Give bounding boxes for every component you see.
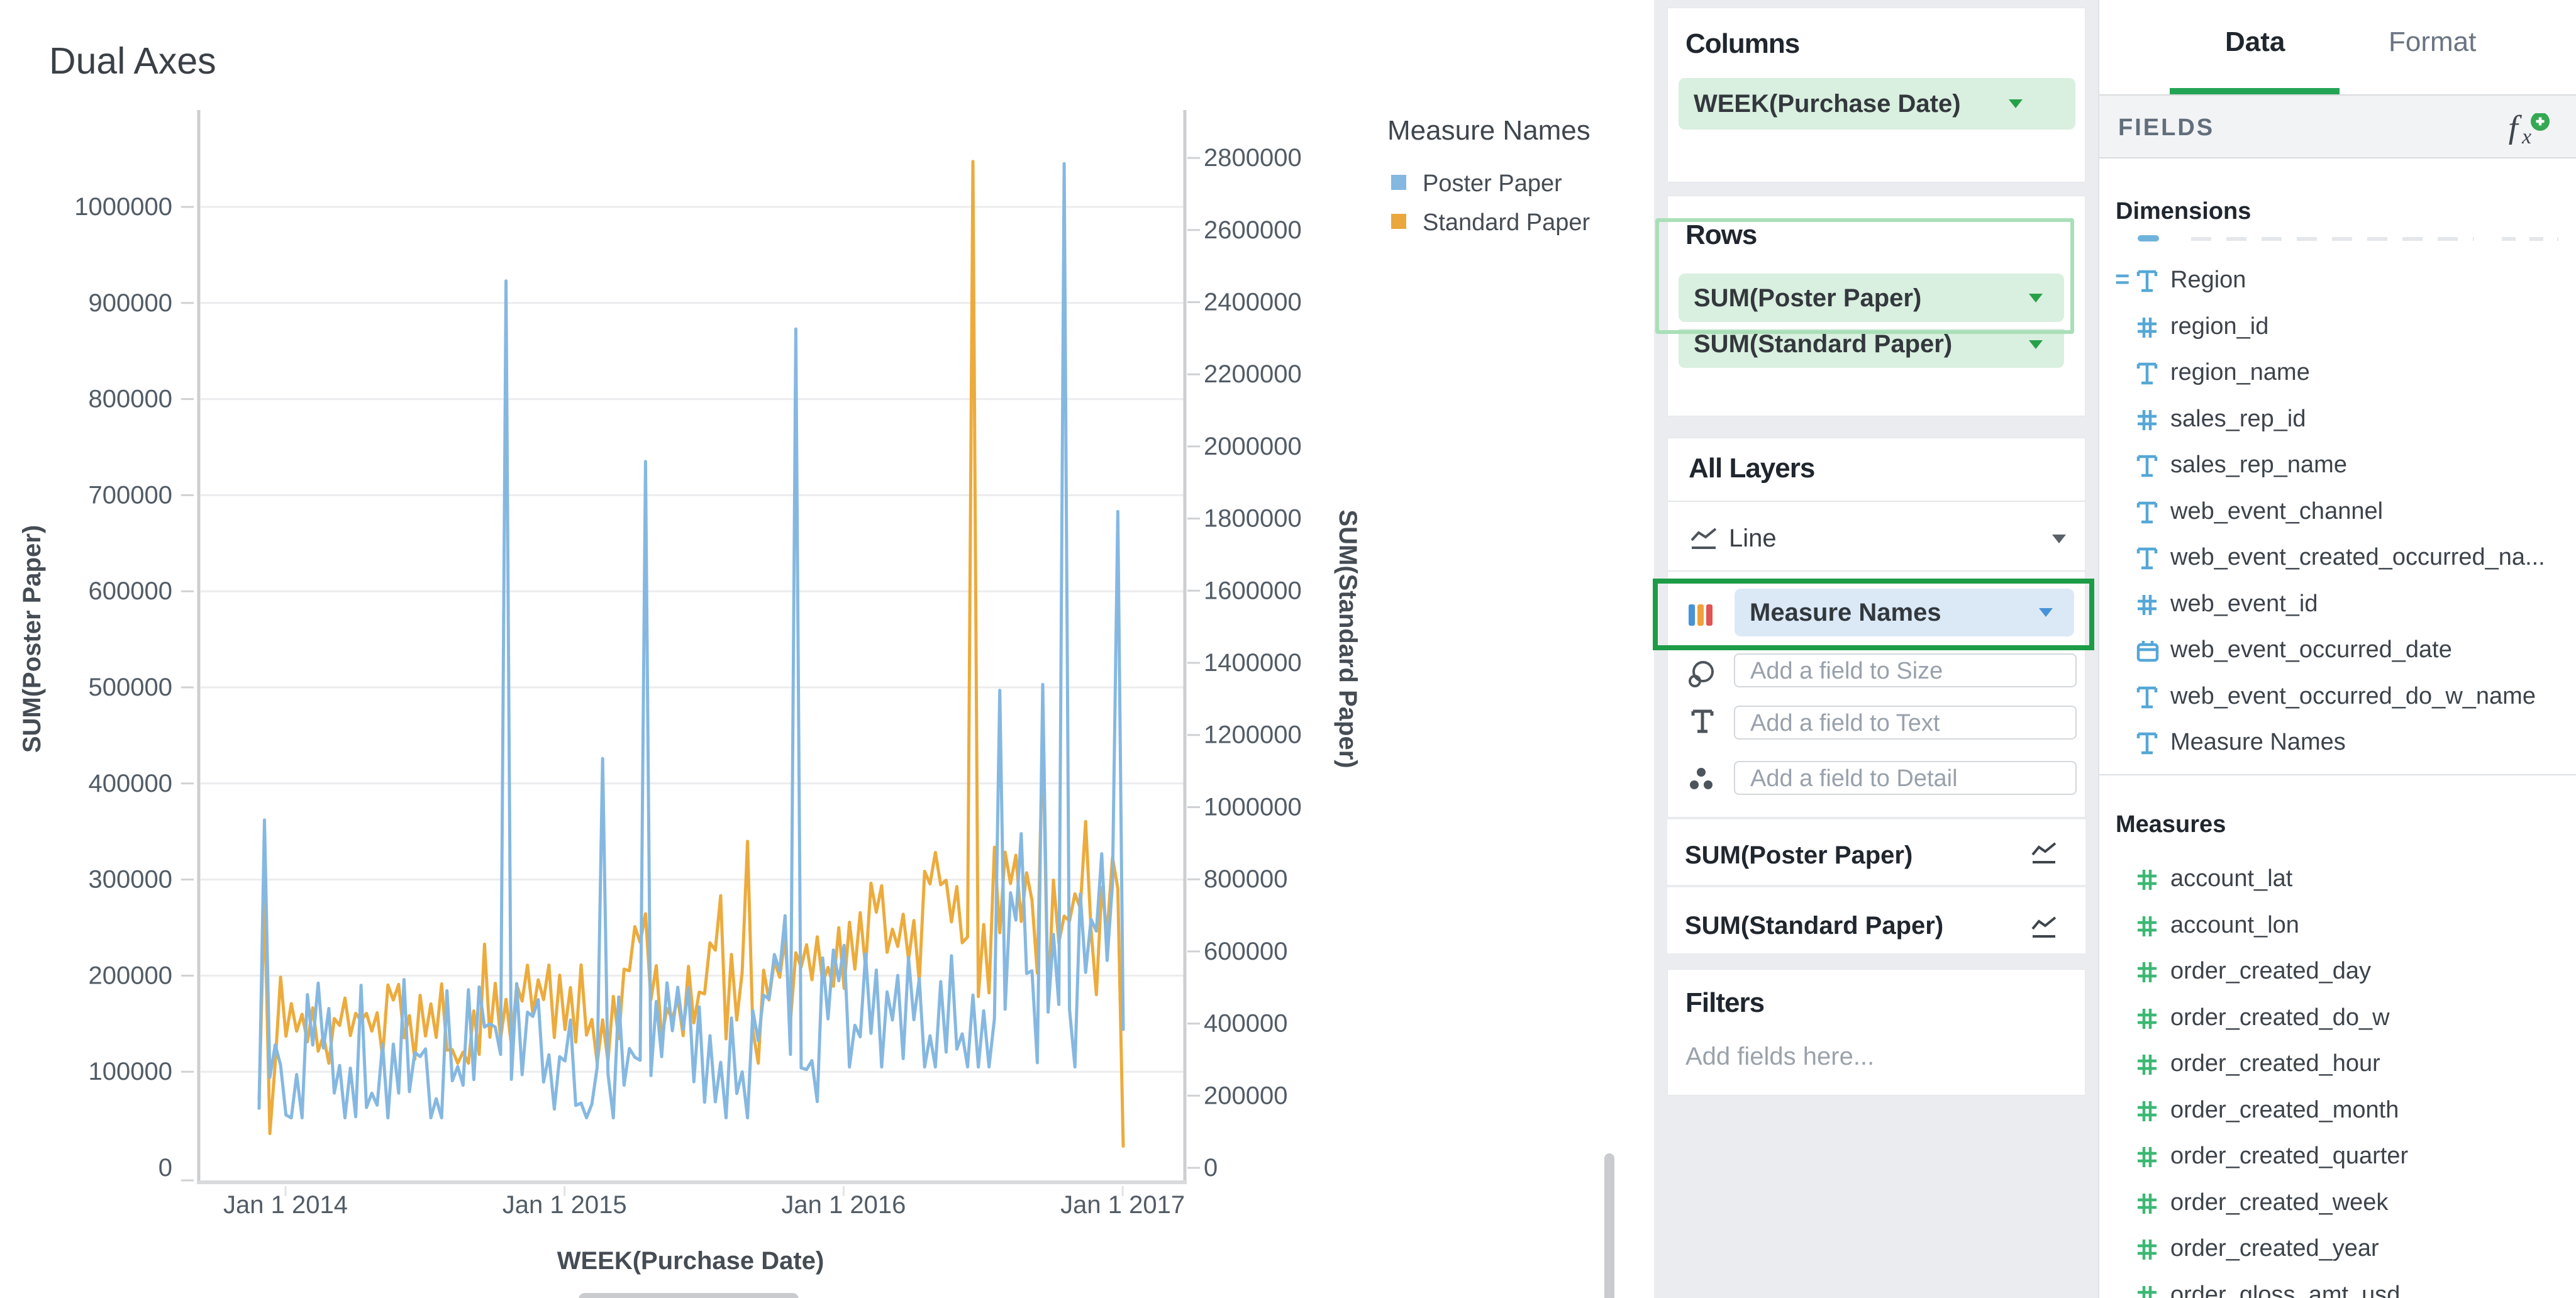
svg-text:SUM(Standard Paper): SUM(Standard Paper) xyxy=(1334,509,1362,768)
svg-text:400000: 400000 xyxy=(89,770,172,797)
svg-text:2800000: 2800000 xyxy=(1204,144,1302,172)
svg-text:300000: 300000 xyxy=(89,866,172,894)
svg-text:1600000: 1600000 xyxy=(1204,577,1302,604)
svg-text:WEEK(Purchase Date): WEEK(Purchase Date) xyxy=(557,1247,824,1275)
svg-text:2000000: 2000000 xyxy=(1204,433,1302,460)
svg-text:600000: 600000 xyxy=(1204,938,1287,965)
svg-text:800000: 800000 xyxy=(89,386,172,413)
svg-text:2200000: 2200000 xyxy=(1204,360,1302,388)
svg-text:200000: 200000 xyxy=(89,962,172,989)
svg-text:900000: 900000 xyxy=(89,289,172,317)
svg-text:Jan 1 2016: Jan 1 2016 xyxy=(781,1191,906,1219)
svg-text:Measure Names: Measure Names xyxy=(1387,115,1591,146)
svg-text:x: x xyxy=(2521,125,2531,145)
svg-text:Poster Paper: Poster Paper xyxy=(1423,170,1562,197)
svg-text:500000: 500000 xyxy=(89,674,172,701)
svg-text:400000: 400000 xyxy=(1204,1010,1287,1038)
svg-text:700000: 700000 xyxy=(89,481,172,509)
svg-text:Standard Paper: Standard Paper xyxy=(1423,209,1591,236)
svg-text:600000: 600000 xyxy=(89,577,172,605)
svg-text:1400000: 1400000 xyxy=(1204,649,1302,677)
svg-text:200000: 200000 xyxy=(1204,1082,1287,1109)
svg-text:0: 0 xyxy=(158,1154,172,1182)
svg-text:1000000: 1000000 xyxy=(1204,794,1302,821)
svg-text:Jan 1 2017: Jan 1 2017 xyxy=(1060,1191,1185,1219)
svg-text:2400000: 2400000 xyxy=(1204,289,1302,316)
svg-text:1000000: 1000000 xyxy=(74,193,172,221)
svg-text:Jan 1 2015: Jan 1 2015 xyxy=(502,1191,627,1219)
svg-text:0: 0 xyxy=(1204,1154,1218,1182)
svg-text:f: f xyxy=(2508,113,2523,145)
svg-text:SUM(Poster Paper): SUM(Poster Paper) xyxy=(18,525,46,753)
svg-text:1200000: 1200000 xyxy=(1204,721,1302,749)
svg-text:1800000: 1800000 xyxy=(1204,505,1302,533)
svg-text:Dual Axes: Dual Axes xyxy=(49,40,216,82)
svg-text:800000: 800000 xyxy=(1204,865,1287,893)
svg-text:2600000: 2600000 xyxy=(1204,216,1302,244)
svg-text:Jan 1 2014: Jan 1 2014 xyxy=(223,1191,348,1219)
svg-text:100000: 100000 xyxy=(89,1058,172,1085)
